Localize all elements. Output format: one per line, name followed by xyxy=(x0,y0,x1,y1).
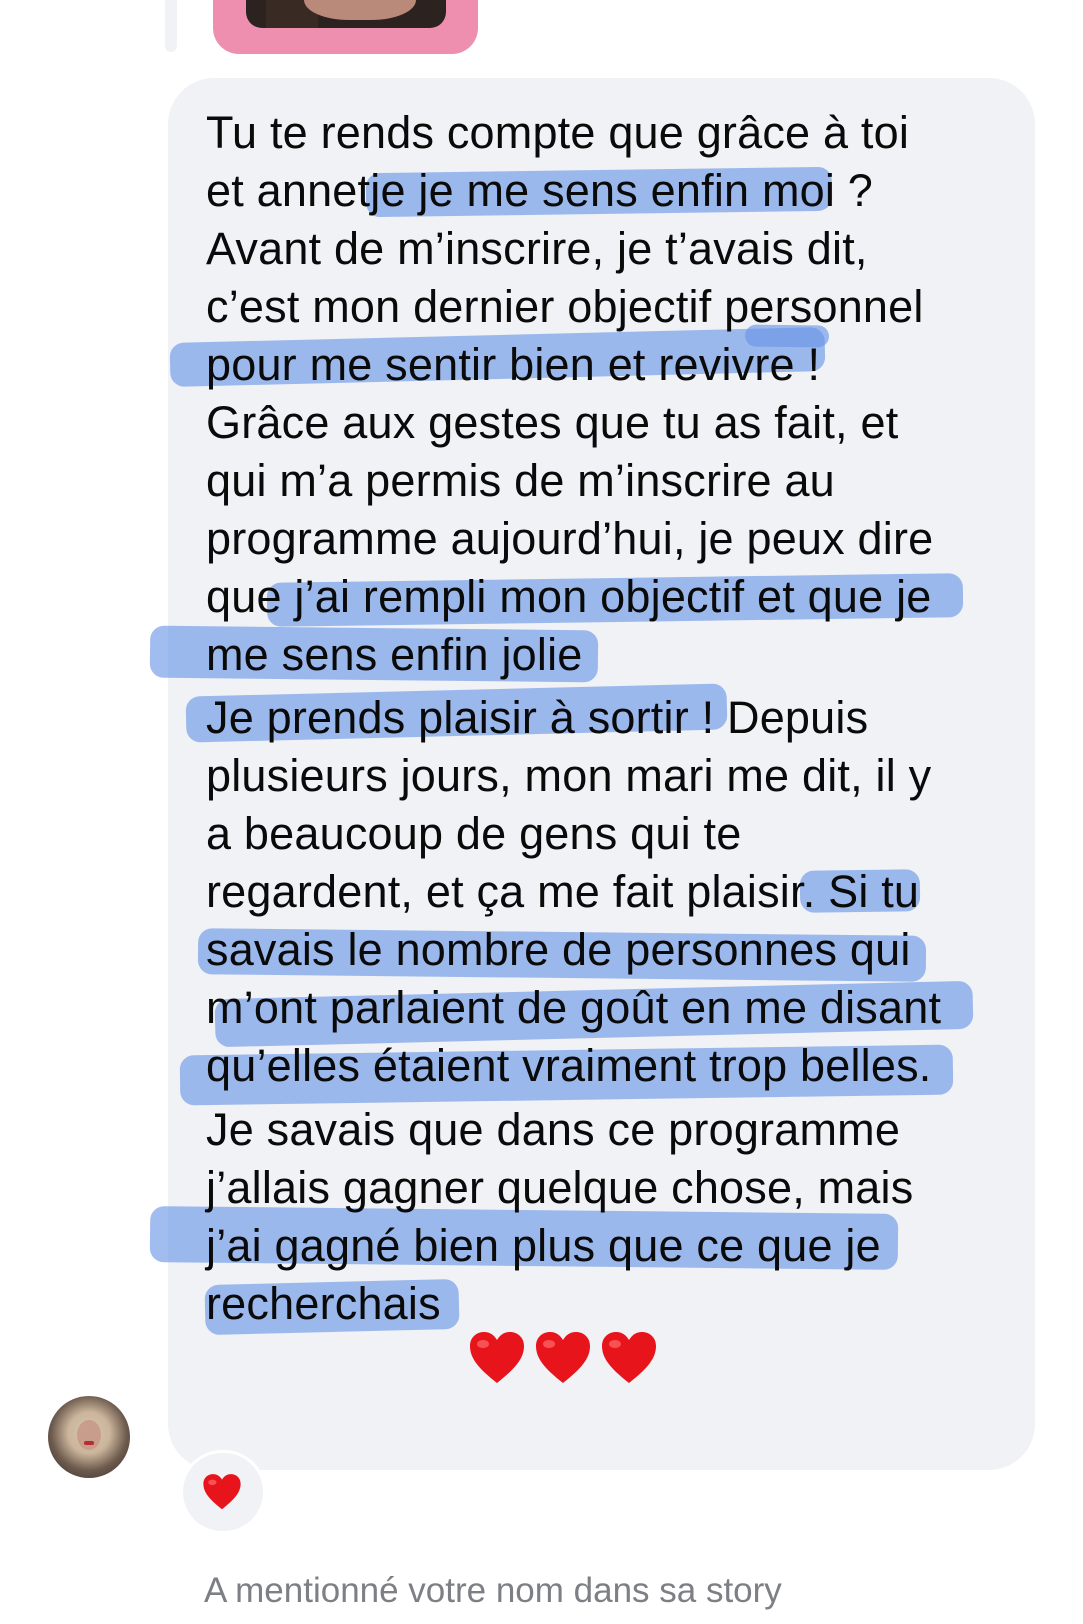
message-line: Grâce aux gestes que tu as fait, et xyxy=(206,397,899,448)
message-line: et annetje je me sens enfin moi ? xyxy=(206,165,873,216)
message-line: Je prends plaisir à sortir ! Depuis xyxy=(206,692,869,743)
heart-reaction-icon xyxy=(202,1472,242,1512)
message-line: c’est mon dernier objectif personnel xyxy=(206,281,924,332)
heart-emoji-icon xyxy=(534,1330,592,1390)
message-line: j’allais gagner quelque chose, mais xyxy=(206,1162,914,1213)
sender-avatar[interactable] xyxy=(48,1396,130,1478)
message-line: Je savais que dans ce programme xyxy=(206,1104,901,1155)
message-line: qui m’a permis de m’inscrire au xyxy=(206,455,835,506)
message-line: Tu te rends compte que grâce à toi xyxy=(206,107,910,158)
message-line: savais le nombre de personnes qui xyxy=(206,924,911,975)
heart-emoji-group xyxy=(468,1330,658,1390)
story-photo xyxy=(246,0,446,28)
message-line: que j’ai rempli mon objectif et que je xyxy=(206,571,932,622)
message-line: pour me sentir bien et revivre ! xyxy=(206,339,821,390)
heart-emoji-icon xyxy=(600,1330,658,1390)
message-line: me sens enfin jolie xyxy=(206,629,583,680)
thread-connector xyxy=(165,0,177,52)
message-line: qu’elles étaient vraiment trop belles. xyxy=(206,1040,932,1091)
message-line: recherchais xyxy=(206,1278,441,1329)
message-line: plusieurs jours, mon mari me dit, il y xyxy=(206,750,932,801)
heart-emoji-icon xyxy=(468,1330,526,1390)
message-line: m’ont parlaient de goût en me disant xyxy=(206,982,942,1033)
story-thumbnail[interactable] xyxy=(213,0,478,54)
message-line: programme aujourd’hui, je peux dire xyxy=(206,513,934,564)
story-mention-text: A mentionné votre nom dans sa story xyxy=(204,1571,782,1610)
message-line: Avant de m’inscrire, je t’avais dit, xyxy=(206,223,868,274)
message-line: regardent, et ça me fait plaisir. Si tu xyxy=(206,866,920,917)
message-line: a beaucoup de gens qui te xyxy=(206,808,742,859)
message-line: j’ai gagné bien plus que ce que je xyxy=(206,1220,881,1271)
